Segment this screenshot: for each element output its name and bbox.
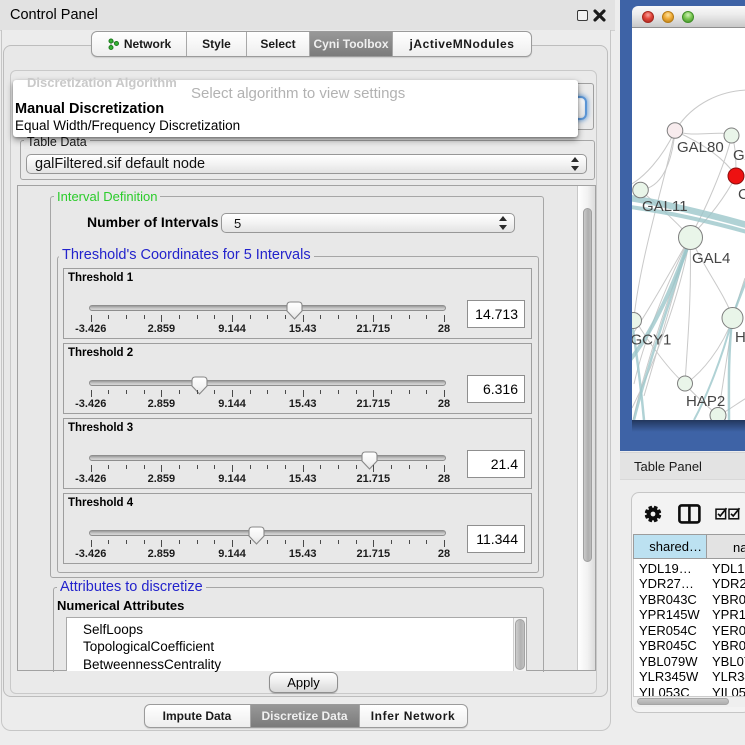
svg-text:GCY1: GCY1 bbox=[632, 332, 671, 349]
svg-text:HAP2: HAP2 bbox=[686, 393, 725, 410]
svg-text:GAL4: GAL4 bbox=[692, 250, 730, 267]
svg-text:GAL80: GAL80 bbox=[677, 139, 724, 156]
svg-text:H: H bbox=[735, 329, 745, 346]
svg-text:GA: GA bbox=[733, 147, 745, 164]
svg-text:C: C bbox=[738, 186, 745, 203]
svg-text:GAL11: GAL11 bbox=[642, 198, 688, 215]
